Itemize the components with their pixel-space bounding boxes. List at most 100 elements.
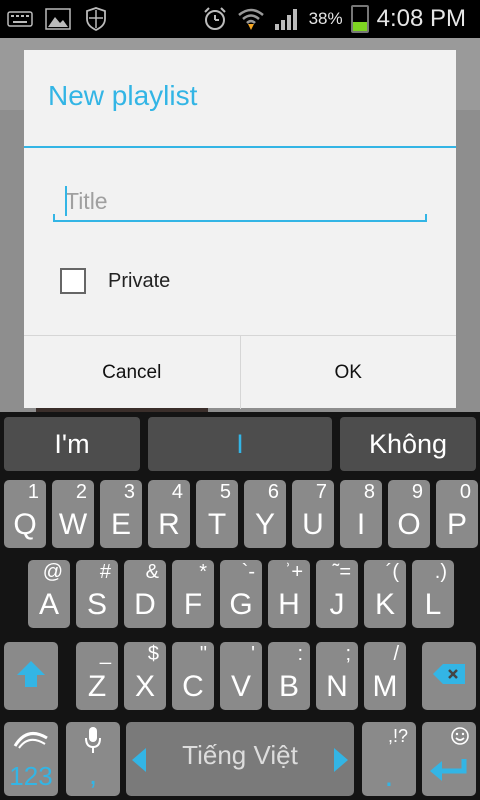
key-label: K	[374, 588, 395, 621]
key-b[interactable]: :B	[268, 642, 310, 710]
shift-icon	[15, 659, 47, 694]
private-row[interactable]: Private	[60, 268, 170, 294]
key-label: E	[110, 508, 131, 541]
image-icon	[44, 7, 72, 31]
key-label: N	[326, 670, 348, 703]
title-input[interactable]	[53, 180, 427, 222]
mic-icon	[66, 726, 120, 759]
key-f[interactable]: * F	[172, 560, 214, 628]
key-m[interactable]: / M	[364, 642, 406, 710]
suggestion-2[interactable]: I	[148, 417, 332, 471]
cancel-button[interactable]: Cancel	[24, 336, 240, 409]
key-hint: ;	[345, 643, 351, 665]
key-l[interactable]: .) L	[412, 560, 454, 628]
key-q[interactable]: 1Q	[4, 480, 46, 548]
key-label: Y	[254, 508, 275, 541]
key-p[interactable]: 0P	[436, 480, 478, 548]
key-label: W	[58, 508, 88, 541]
key-label: V	[230, 670, 251, 703]
text-cursor	[65, 186, 67, 216]
key-h[interactable]: ʾ+ H	[268, 560, 310, 628]
keyboard-icon	[6, 7, 34, 31]
key-label: Z	[87, 670, 107, 703]
key-e[interactable]: 3E	[100, 480, 142, 548]
key-n[interactable]: ; N	[316, 642, 358, 710]
enter-key[interactable]	[422, 722, 476, 796]
key-a[interactable]: @ A	[28, 560, 70, 628]
battery-icon	[350, 5, 369, 33]
key-z[interactable]: _ Z	[76, 642, 118, 710]
key-hint: /	[393, 643, 399, 665]
enter-icon	[428, 757, 468, 788]
key-hint: :	[297, 643, 303, 665]
key-label: A	[38, 588, 59, 621]
key-label: H	[278, 588, 300, 621]
key-hint: @	[42, 561, 63, 583]
key-u[interactable]: 7U	[292, 480, 334, 548]
shield-icon	[82, 7, 110, 31]
key-hint: 5	[219, 481, 231, 503]
key-x[interactable]: $ X	[124, 642, 166, 710]
key-v[interactable]: ' V	[220, 642, 262, 710]
ok-button[interactable]: OK	[239, 336, 457, 409]
key-hint: 8	[363, 481, 375, 503]
key-c[interactable]: " C	[172, 642, 214, 710]
emoji-icon	[450, 726, 470, 751]
swype-icon	[13, 728, 49, 755]
comma-key[interactable]: ,	[66, 722, 120, 796]
private-checkbox[interactable]	[60, 268, 86, 294]
key-g[interactable]: `- G	[220, 560, 262, 628]
key-label: O	[397, 508, 421, 541]
key-label: F	[183, 588, 203, 621]
key-label: L	[424, 588, 442, 621]
underline-right-tick	[425, 214, 427, 222]
suggestion-1[interactable]: I'm	[4, 417, 140, 471]
title-field[interactable]	[53, 180, 427, 222]
key-label: B	[278, 670, 299, 703]
key-label: S	[86, 588, 107, 621]
key-hint: .)	[434, 561, 447, 583]
key-hint: `-	[241, 561, 255, 583]
key-hint: 4	[171, 481, 183, 503]
new-playlist-dialog: New playlist Private Cancel OK	[24, 50, 456, 409]
key-label: M	[372, 670, 398, 703]
key-t[interactable]: 5T	[196, 480, 238, 548]
period-key[interactable]: ,!? .	[362, 722, 416, 796]
key-w[interactable]: 2W	[52, 480, 94, 548]
key-y[interactable]: 6Y	[244, 480, 286, 548]
key-hint: *	[199, 561, 207, 583]
numbers-label: 123	[9, 761, 53, 791]
key-o[interactable]: 9O	[388, 480, 430, 548]
private-label: Private	[108, 269, 171, 292]
key-label: J	[329, 588, 345, 621]
dialog-title: New playlist	[48, 80, 198, 111]
period-label: .	[384, 757, 394, 793]
key-r[interactable]: 4R	[148, 480, 190, 548]
backspace-key[interactable]	[422, 642, 476, 710]
soft-keyboard: I'm I Không 1Q2W3E4R5T6Y7U8I9O0P @ A # S & D *…	[0, 412, 480, 800]
key-d[interactable]: & D	[124, 560, 166, 628]
key-hint: $	[147, 643, 159, 665]
battery-percent: 38%	[308, 9, 343, 28]
status-bar: 38% 4:08 PM	[0, 0, 480, 38]
key-label: P	[446, 508, 467, 541]
key-label: U	[302, 508, 324, 541]
key-k[interactable]: ´(K	[364, 560, 406, 628]
shift-key[interactable]	[4, 642, 58, 710]
numbers-key[interactable]: 123	[4, 722, 58, 796]
space-label: Tiếng Việt	[182, 740, 298, 770]
key-hint: 3	[123, 481, 135, 503]
suggestion-3[interactable]: Không	[340, 417, 476, 471]
dialog-buttons: Cancel OK	[24, 335, 456, 409]
title-underline	[53, 220, 427, 222]
key-hint: "	[199, 643, 207, 665]
key-hint: 2	[75, 481, 87, 503]
key-label: C	[182, 670, 204, 703]
key-hint: 9	[411, 481, 423, 503]
arrow-right-icon	[334, 748, 348, 777]
key-j[interactable]: ˜= J	[316, 560, 358, 628]
wifi-icon	[237, 7, 265, 31]
space-key[interactable]: Tiếng Việt	[126, 722, 354, 796]
key-s[interactable]: # S	[76, 560, 118, 628]
key-i[interactable]: 8I	[340, 480, 382, 548]
